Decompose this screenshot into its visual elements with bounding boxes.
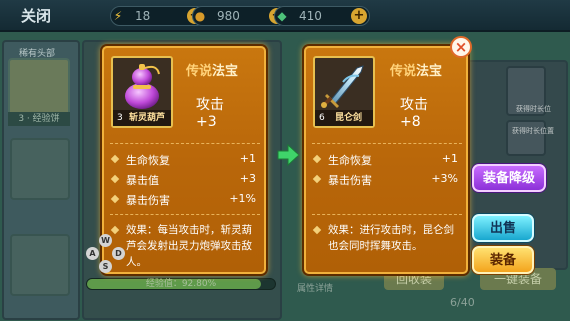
stat-value: +1	[441, 152, 458, 165]
effect-text: 效果：每当攻击时，斩灵葫芦会发射出灵力炮弹攻击敌人。	[126, 224, 252, 268]
candidate-item-icon-box: 6 昆仑剑	[313, 56, 375, 128]
current-stat-row: 生命恢复 +1	[110, 152, 260, 168]
close-popup-button[interactable]: ×	[450, 36, 472, 58]
stat-name: 生命恢复	[126, 154, 170, 167]
bullet-icon	[312, 154, 322, 164]
current-stat-row: 暴击伤害 +1%	[110, 192, 260, 208]
sword-icon	[321, 65, 364, 108]
coin-icon: ●	[194, 9, 206, 23]
divider	[312, 214, 462, 215]
add-gem-button[interactable]: +	[351, 8, 367, 24]
stat-name: 生命恢复	[328, 154, 372, 167]
stat-value: +3%	[431, 172, 458, 185]
candidate-main-value: +8	[400, 114, 421, 130]
lightning-icon: ⚡	[113, 9, 123, 23]
candidate-stat-row: 暴击伤害 +3%	[312, 172, 462, 188]
gem-icon: ◆	[277, 9, 287, 23]
candidate-rarity-kind: 法宝	[416, 64, 443, 79]
downgrade-button[interactable]: 装备降级	[472, 164, 546, 192]
current-item-level: 3	[117, 113, 123, 123]
current-rarity-prefix: 传说	[186, 64, 213, 79]
current-main-value: +3	[196, 114, 217, 130]
equip-button[interactable]: 装备	[472, 246, 534, 274]
stat-value: +1	[239, 152, 256, 165]
bullet-icon	[312, 174, 322, 184]
gem-counter: ◆ 410 +	[274, 6, 370, 26]
dpad-control[interactable]: W A D S	[86, 234, 126, 274]
current-item-card: 3 斩灵葫芦 传说法宝 攻击 +3 生命恢复 +1 暴击值 +3 暴击伤害 +1…	[102, 46, 266, 274]
stat-value: +3	[239, 172, 256, 185]
slot-bottom[interactable]: 下衣	[10, 234, 70, 296]
current-rarity-kind: 法宝	[212, 64, 239, 79]
sell-button[interactable]: 出售	[472, 214, 534, 242]
candidate-rarity-prefix: 传说	[390, 64, 417, 79]
candidate-item-name: 昆仑剑	[335, 113, 363, 123]
divider	[110, 143, 260, 144]
slot-head-item[interactable]	[8, 58, 70, 116]
attribute-details-link[interactable]: 属性详情	[297, 281, 333, 294]
candidate-item-label: 6 昆仑剑	[315, 110, 373, 126]
bullet-icon	[110, 154, 120, 164]
bullet-icon	[110, 194, 120, 204]
candidate-item-level: 6	[319, 113, 325, 123]
stat-name: 暴击伤害	[328, 174, 372, 187]
current-item-effect: 效果：每当攻击时，斩灵葫芦会发射出灵力炮弹攻击敌人。	[110, 222, 260, 270]
exp-bar: 经验值：92.80%	[86, 278, 276, 290]
slot-head-foot: 3 · 经验饼	[8, 112, 70, 126]
divider	[110, 214, 260, 215]
stat-name: 暴击值	[126, 174, 159, 187]
dpad-up-key[interactable]: W	[99, 234, 112, 247]
close-button[interactable]: 关闭	[8, 5, 64, 27]
slot-top[interactable]: 上衣	[10, 138, 70, 200]
candidate-item-effect: 效果：进行攻击时，昆仑剑也会同时挥舞攻击。	[312, 222, 462, 254]
dpad-left-key[interactable]: A	[86, 247, 99, 260]
inventory-item-1-text: 获得时长位	[516, 105, 551, 113]
candidate-main-stat: 攻击	[400, 97, 428, 113]
bullet-icon	[110, 174, 120, 184]
current-main-stat: 攻击	[196, 97, 224, 113]
candidate-item-card: 6 昆仑剑 传说法宝 攻击 +8 生命恢复 +1 暴击伤害 +3% 效果：进行攻…	[304, 46, 468, 274]
stat-name: 暴击伤害	[126, 194, 170, 207]
current-item-rarity: 传说法宝	[186, 60, 238, 79]
gourd-icon	[125, 64, 160, 109]
top-bar: 关闭 ⚡ 18 + ● 980 + ◆ 410 +	[0, 0, 570, 32]
inventory-count: 6/40	[450, 296, 475, 309]
inventory-item-2-text: 获得时长位置	[512, 127, 554, 135]
energy-value: 18	[135, 9, 151, 23]
divider	[312, 143, 462, 144]
stat-value: +1%	[229, 192, 256, 205]
dpad-right-key[interactable]: D	[112, 247, 125, 260]
effect-text: 效果：进行攻击时，昆仑剑也会同时挥舞攻击。	[328, 224, 454, 252]
candidate-stat-row: 生命恢复 +1	[312, 152, 462, 168]
dpad-down-key[interactable]: S	[99, 260, 112, 273]
current-item-label: 3 斩灵葫芦	[113, 110, 171, 126]
current-item-icon-box: 3 斩灵葫芦	[111, 56, 173, 128]
current-item-name: 斩灵葫芦	[129, 113, 166, 123]
gem-value: 410	[299, 9, 322, 23]
compare-arrow-icon	[277, 144, 300, 166]
exp-text: 经验值：92.80%	[145, 279, 217, 289]
coin-value: 980	[217, 9, 240, 23]
candidate-item-rarity: 传说法宝	[390, 60, 442, 79]
current-stat-row: 暴击值 +3	[110, 172, 260, 188]
